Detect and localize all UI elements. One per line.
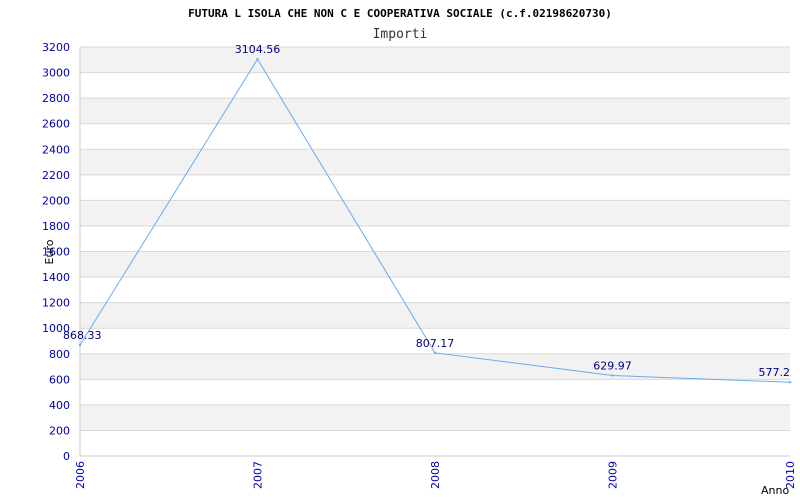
y-tick-label: 1800 <box>42 220 70 233</box>
y-tick-label: 1400 <box>42 271 70 284</box>
y-tick-label: 600 <box>49 373 70 386</box>
data-label: 577.2 <box>759 366 791 379</box>
x-tick-label: 2007 <box>252 461 265 489</box>
plot-bands <box>80 47 790 431</box>
y-tick-label: 2400 <box>42 143 70 156</box>
data-label: 629.97 <box>593 359 632 372</box>
y-tick-label: 1200 <box>42 297 70 310</box>
x-tick-label: 2008 <box>429 461 442 489</box>
data-point <box>78 343 82 347</box>
y-tick-label: 400 <box>49 399 70 412</box>
grid-band <box>80 200 790 226</box>
x-tick-labels: 2006 2007 2008 2009 2010 <box>74 461 797 489</box>
grid-band <box>80 98 790 124</box>
y-tick-label: 3000 <box>42 67 70 80</box>
chart-subtitle: Importi <box>373 27 428 42</box>
x-axis-label: Anno <box>761 484 789 497</box>
data-point <box>433 351 437 355</box>
grid-band <box>80 149 790 175</box>
y-tick-label: 800 <box>49 348 70 361</box>
y-tick-label: 0 <box>63 450 70 463</box>
grid-band <box>80 47 790 73</box>
y-tick-label: 2800 <box>42 92 70 105</box>
chart: 0200400600800100012001400160018002000220… <box>42 7 797 497</box>
y-tick-label: 2200 <box>42 169 70 182</box>
y-tick-label: 3200 <box>42 41 70 54</box>
x-tick-label: 2009 <box>607 461 620 489</box>
y-tick-label: 2000 <box>42 194 70 207</box>
grid-band <box>80 251 790 278</box>
data-point <box>256 57 259 61</box>
y-tick-label: 200 <box>49 424 70 437</box>
grid-band <box>80 302 790 329</box>
data-point <box>611 374 614 377</box>
data-point <box>788 381 792 384</box>
grid-band <box>80 353 790 380</box>
y-tick-label: 2600 <box>42 118 70 131</box>
data-label: 807.17 <box>416 337 455 350</box>
x-tick-label: 2006 <box>74 461 87 489</box>
data-label: 3104.56 <box>235 43 281 56</box>
y-axis-label: Euro <box>43 239 56 264</box>
grid-band <box>80 404 790 431</box>
chart-title: FUTURA L ISOLA CHE NON C E COOPERATIVA S… <box>188 7 612 20</box>
data-label: 868.33 <box>63 329 102 342</box>
